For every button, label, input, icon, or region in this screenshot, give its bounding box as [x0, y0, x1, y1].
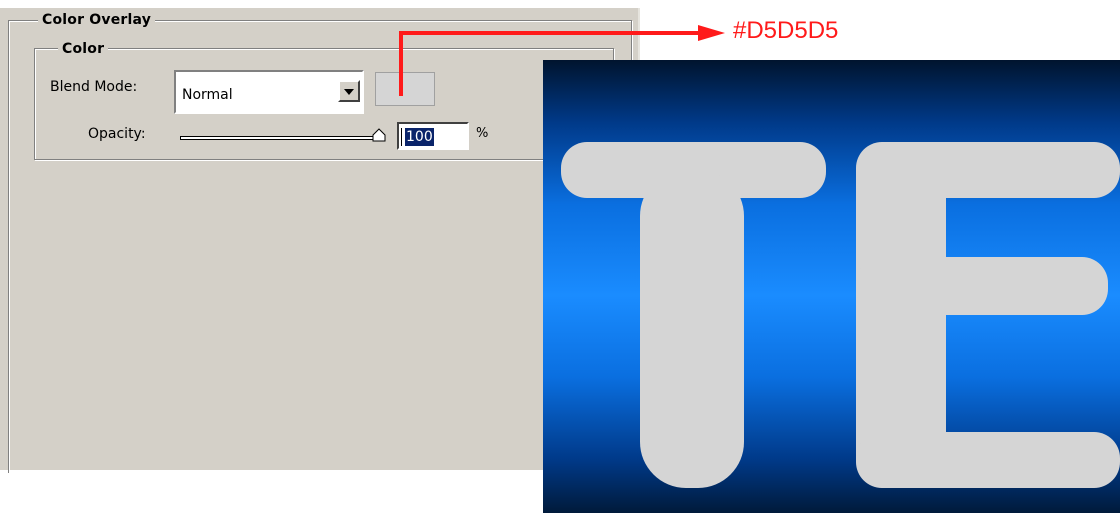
annotation-label: #D5D5D5 [733, 17, 839, 44]
preview-image [543, 60, 1120, 513]
preview-text [561, 142, 1120, 488]
opacity-slider-thumb[interactable] [371, 128, 387, 142]
opacity-unit: % [476, 126, 489, 141]
letter-e-top-arm [856, 142, 1120, 198]
opacity-value: 100 [401, 128, 434, 146]
preview-letters [561, 142, 1120, 488]
opacity-slider-track[interactable] [180, 136, 380, 140]
letter-e-middle-arm [856, 257, 1108, 315]
opacity-label: Opacity: [88, 126, 146, 142]
letter-e-bottom-arm [856, 432, 1120, 488]
opacity-input[interactable]: 100 [397, 122, 469, 150]
letter-t-stem [640, 170, 744, 488]
